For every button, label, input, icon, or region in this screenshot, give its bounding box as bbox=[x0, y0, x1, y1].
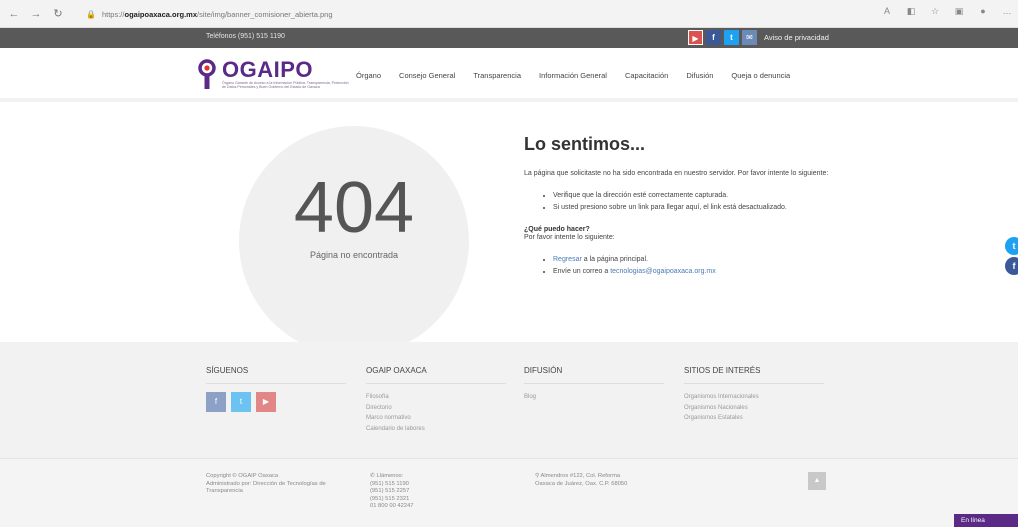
footer-link-marco-normativo[interactable]: Marco normativo bbox=[366, 413, 506, 424]
phone-number: (951) 515 2321 bbox=[370, 495, 410, 502]
check-list: Verifique que la dirección esté correcta… bbox=[553, 190, 844, 214]
footer-heading: DIFUSIÓN bbox=[524, 366, 664, 384]
floating-facebook-icon[interactable]: f bbox=[1005, 257, 1018, 275]
address-bar[interactable]: 🔒 https:// ogaipoaxaca.org.mx /site/img/… bbox=[86, 6, 846, 22]
footer-heading: SITIOS DE INTERÉS bbox=[684, 366, 824, 384]
error-label: Página no encontrada bbox=[309, 250, 399, 260]
error-message: Lo sentimos... La página que solicitaste… bbox=[524, 134, 844, 290]
logo-title[interactable]: OGAIPO bbox=[222, 57, 313, 83]
footer-twitter-icon[interactable]: t bbox=[231, 392, 251, 412]
action-list: Regresar a la página principal. Envíe un… bbox=[553, 254, 844, 278]
chat-online-button[interactable]: En línea bbox=[954, 514, 1018, 527]
footer-link-internacionales[interactable]: Organismos Internacionales bbox=[684, 392, 824, 403]
nav-consejo-general[interactable]: Consejo General bbox=[399, 71, 455, 80]
nav-capacitacion[interactable]: Capacitación bbox=[625, 71, 668, 80]
error-code: 404 bbox=[293, 168, 415, 248]
url-prefix: https:// bbox=[101, 9, 125, 19]
footer-heading: OGAIP OAXACA bbox=[366, 366, 506, 384]
back-home-link[interactable]: Regresar bbox=[553, 256, 582, 263]
nav-organo[interactable]: Órgano bbox=[356, 71, 381, 80]
youtube-icon[interactable]: ▶ bbox=[688, 30, 703, 45]
ogaipo-logo-icon[interactable] bbox=[198, 59, 216, 91]
address-line: Oaxaca de Juárez, Oax. C.P. 68050 bbox=[535, 480, 628, 487]
back-arrow-icon[interactable]: ← bbox=[6, 6, 22, 22]
extension-icon[interactable]: ◧ bbox=[904, 6, 918, 17]
scroll-up-button[interactable]: ▲ bbox=[808, 472, 826, 490]
footer-ogaip: OGAIP OAXACA Filosofía Directorio Marco … bbox=[366, 366, 506, 434]
phones-title: Llámenos: bbox=[376, 473, 404, 479]
phone-number: (951) 515 1190 bbox=[370, 480, 409, 487]
nav-difusion[interactable]: Difusión bbox=[686, 71, 713, 80]
list-item: Regresar a la página principal. bbox=[553, 254, 844, 266]
error-intro: La página que solicitaste no ha sido enc… bbox=[524, 170, 829, 177]
copyright-line: Copyright © OGAIP Oaxaca bbox=[206, 473, 279, 479]
nav-informacion-general[interactable]: Información General bbox=[539, 71, 607, 80]
bottom-bar: Copyright © OGAIP Oaxaca Administrado po… bbox=[0, 458, 1018, 527]
footer-link-nacionales[interactable]: Organismos Nacionales bbox=[684, 403, 824, 414]
footer-link-estatales[interactable]: Organismos Estatales bbox=[684, 413, 824, 424]
mail-icon[interactable]: ✉ bbox=[742, 30, 757, 45]
facebook-icon[interactable]: f bbox=[706, 30, 721, 45]
phone-number: 01 800 00 42247 bbox=[370, 503, 414, 509]
back-home-text: a la página principal. bbox=[581, 256, 648, 263]
nav-queja-denuncia[interactable]: Queja o denuncia bbox=[731, 71, 790, 80]
email-link[interactable]: tecnologias@ogaipoaxaca.org.mx bbox=[610, 268, 716, 275]
list-item: Si usted presiono sobre un link para lle… bbox=[553, 202, 844, 214]
footer-link-calendario[interactable]: Calendario de labores bbox=[366, 424, 506, 435]
contact-phones: ✆ Llámenos: (951) 515 1190 (951) 515 225… bbox=[370, 473, 414, 511]
main-nav: Órgano Consejo General Transparencia Inf… bbox=[356, 71, 808, 80]
copyright-line: Transparencia bbox=[206, 488, 243, 494]
forward-arrow-icon[interactable]: → bbox=[28, 6, 44, 22]
copyright: Copyright © OGAIP Oaxaca Administrado po… bbox=[206, 473, 326, 496]
footer: SÍGUENOS f t ▶ OGAIP OAXACA Filosofía Di… bbox=[0, 342, 1018, 458]
twitter-icon[interactable]: t bbox=[724, 30, 739, 45]
reload-icon[interactable]: ↻ bbox=[50, 6, 66, 22]
address-line: Almendros #122, Col. Reforma bbox=[540, 473, 621, 479]
footer-link-blog[interactable]: Blog bbox=[524, 392, 664, 403]
favorite-star-icon[interactable]: ☆ bbox=[928, 6, 942, 17]
error-title: Lo sentimos... bbox=[524, 134, 646, 154]
what-intro: Por favor intente lo siguiente: bbox=[524, 234, 615, 241]
footer-follow: SÍGUENOS f t ▶ bbox=[206, 366, 346, 412]
site-header: OGAIPO Órgano Garante de Acceso a la Inf… bbox=[0, 48, 1018, 102]
footer-youtube-icon[interactable]: ▶ bbox=[256, 392, 276, 412]
footer-facebook-icon[interactable]: f bbox=[206, 392, 226, 412]
contact-address: ⚲ Almendros #122, Col. Reforma Oaxaca de… bbox=[535, 473, 685, 488]
copyright-line: Administrado por: Dirección de Tecnologí… bbox=[206, 480, 326, 487]
phone-number: (951) 515 2257 bbox=[370, 488, 410, 494]
logo-subtitle: Órgano Garante de Acceso a la Informació… bbox=[222, 81, 349, 90]
lock-icon: 🔒 bbox=[86, 9, 96, 19]
footer-difusion: DIFUSIÓN Blog bbox=[524, 366, 664, 403]
footer-sites: SITIOS DE INTERÉS Organismos Internacion… bbox=[684, 366, 824, 424]
footer-link-filosofia[interactable]: Filosofía bbox=[366, 392, 506, 403]
floating-twitter-icon[interactable]: t bbox=[1005, 237, 1018, 255]
collections-icon[interactable]: ▣ bbox=[952, 6, 966, 17]
list-item: Verifique que la dirección esté correcta… bbox=[553, 190, 844, 202]
footer-link-directorio[interactable]: Directorio bbox=[366, 403, 506, 414]
more-options-icon[interactable]: … bbox=[1000, 6, 1014, 17]
url-path: /site/img/banner_comisioner_abierta.png bbox=[197, 9, 333, 19]
read-aloud-icon[interactable]: A bbox=[880, 6, 894, 17]
footer-heading: SÍGUENOS bbox=[206, 366, 346, 384]
privacy-link[interactable]: Aviso de privacidad bbox=[764, 33, 829, 42]
phone-dropdown[interactable]: Teléfonos (951) 515 1190 bbox=[206, 33, 285, 40]
url-host: ogaipoaxaca.org.mx bbox=[124, 9, 198, 19]
list-item: Envíe un correo a tecnologias@ogaipoaxac… bbox=[553, 266, 844, 278]
nav-transparencia[interactable]: Transparencia bbox=[473, 71, 521, 80]
top-info-bar: Teléfonos (951) 515 1190 ▶ f t ✉ Aviso d… bbox=[0, 28, 1018, 48]
email-prefix: Envíe un correo a bbox=[553, 268, 611, 275]
what-title: ¿Qué puedo hacer? bbox=[524, 226, 590, 233]
browser-toolbar: ← → ↻ 🔒 https:// ogaipoaxaca.org.mx /sit… bbox=[0, 0, 1018, 28]
profile-avatar-icon[interactable]: ● bbox=[976, 6, 990, 17]
